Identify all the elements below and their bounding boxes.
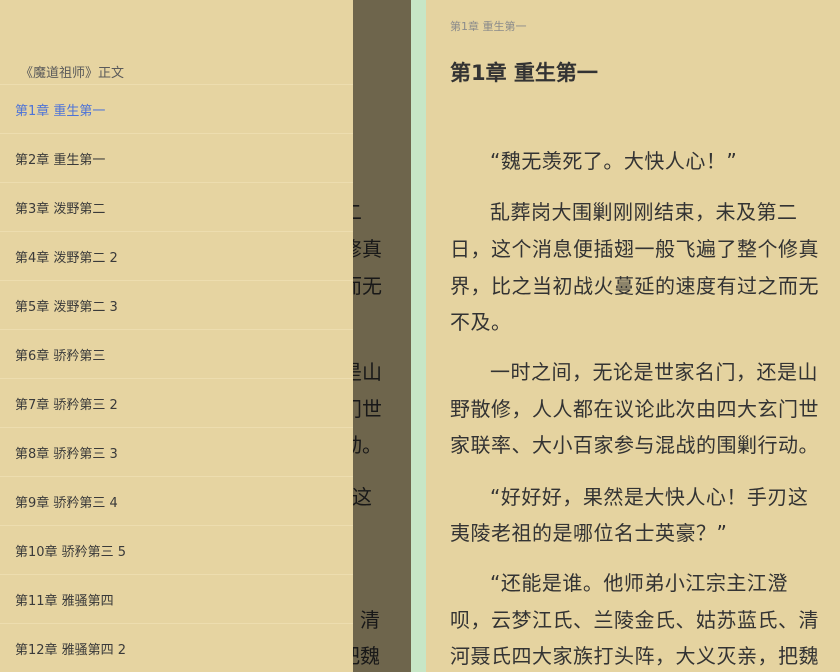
text-line: 不及。 xyxy=(450,310,512,334)
toc-chapter-item[interactable]: 第8章 骄矜第三 3 xyxy=(0,427,353,476)
text-line: “好好好，果然是大快人心！手刃这 xyxy=(490,485,809,509)
toc-chapter-item[interactable]: 第11章 雅骚第四 xyxy=(0,574,353,623)
toc-chapter-item[interactable]: 第6章 骄矜第三 xyxy=(0,329,353,378)
text-line: 日，这个消息便插翅一般飞遍了整个修真 xyxy=(450,237,819,261)
text-line: 乱葬岗大围剿刚刚结束，未及第二 xyxy=(490,200,798,224)
text-line: 家联率、大小百家参与混战的围剿行动。 xyxy=(450,433,819,457)
toc-chapter-item[interactable]: 第10章 骄矜第三 5 xyxy=(0,525,353,574)
toc-chapter-list: 第1章 重生第一 第2章 重生第一 第3章 泼野第二 第4章 泼野第二 2 第5… xyxy=(0,84,353,672)
toc-chapter-item[interactable]: 第12章 雅骚第四 2 xyxy=(0,623,353,672)
text-line: 夷陵老祖的是哪位名士英豪？” xyxy=(450,521,728,545)
toc-chapter-item[interactable]: 第3章 泼野第二 xyxy=(0,182,353,231)
toc-drawer: 《魔道祖师》正文 第1章 重生第一 第2章 重生第一 第3章 泼野第二 第4章 … xyxy=(0,0,353,672)
toc-chapter-item[interactable]: 第5章 泼野第二 3 xyxy=(0,280,353,329)
text-line: 河聂氏四大家族打头阵，大义灭亲，把魏 xyxy=(450,644,819,668)
toc-book-title: 《魔道祖师》正文 xyxy=(20,66,125,81)
toc-chapter-item[interactable]: 第1章 重生第一 xyxy=(0,84,353,133)
toc-chapter-item[interactable]: 第2章 重生第一 xyxy=(0,133,353,182)
toc-chapter-item[interactable]: 第9章 骄矜第三 4 xyxy=(0,476,353,525)
chapter-title: 第1章 重生第一 xyxy=(450,61,598,85)
text-line: “还能是谁。他师弟小江宗主江澄 xyxy=(490,571,788,595)
running-header: 第1章 重生第一 xyxy=(450,20,527,33)
text-line: 野散修，人人都在议论此次由四大玄门世 xyxy=(450,397,819,421)
text-line: 呗，云梦江氏、兰陵金氏、姑苏蓝氏、清 xyxy=(450,608,819,632)
page-divider xyxy=(411,0,426,672)
text-line: 界，比之当初战火蔓延的速度有过之而无 xyxy=(450,274,819,298)
text-line: 一时之间，无论是世家名门，还是山 xyxy=(490,360,818,384)
reader-page[interactable]: 第1章 重生第一 第1章 重生第一 “魏无羡死了。大快人心！” 乱葬岗大围剿刚刚… xyxy=(426,0,840,672)
toc-chapter-item[interactable]: 第4章 泼野第二 2 xyxy=(0,231,353,280)
text-line: “魏无羡死了。大快人心！” xyxy=(490,149,738,173)
toc-chapter-item[interactable]: 第7章 骄矜第三 2 xyxy=(0,378,353,427)
